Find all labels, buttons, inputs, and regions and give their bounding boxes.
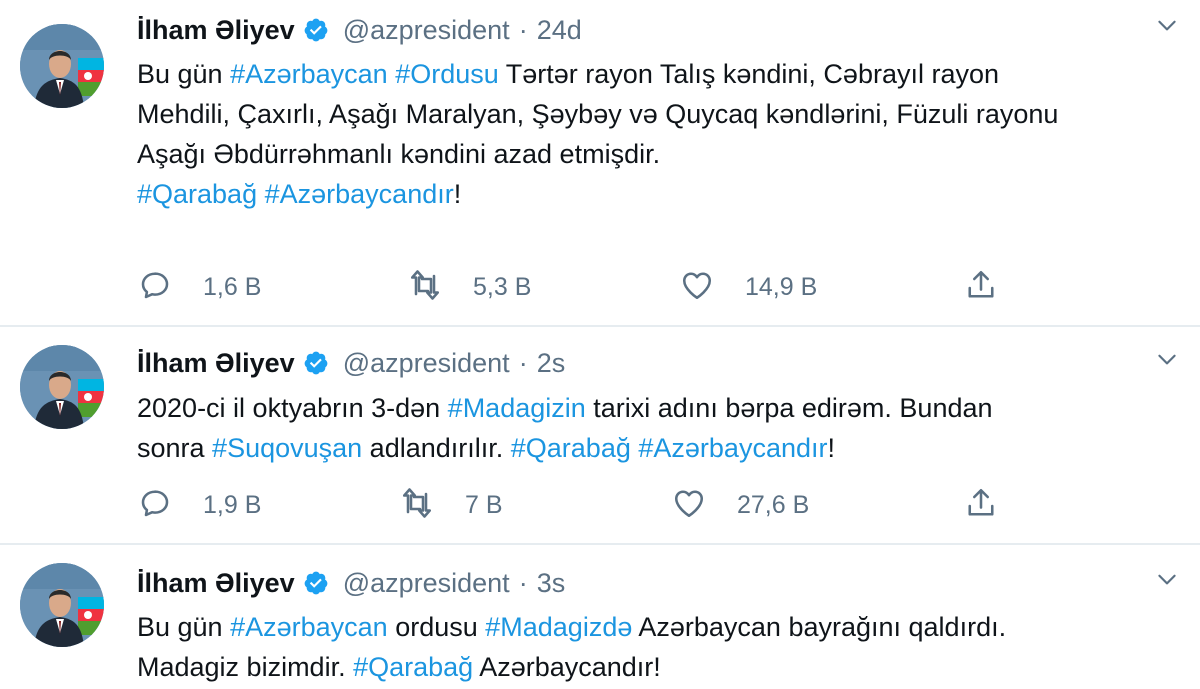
share-button[interactable] <box>963 267 999 307</box>
author-handle[interactable]: @azpresident <box>343 568 510 599</box>
retweet-icon <box>399 485 435 526</box>
tweet-text-line: Aşağı Əbdürrəhmanlı kəndini azad etmişdi… <box>137 134 1187 174</box>
verified-badge-icon <box>303 570 329 596</box>
like-count: 14,9 B <box>745 272 818 301</box>
text-segment: ! <box>827 433 835 463</box>
reply-count: 1,6 B <box>203 272 262 301</box>
tweet-text: 2020-ci il oktyabrın 3-dən #Madagizin ta… <box>137 388 1187 468</box>
like-count: 27,6 B <box>737 490 810 519</box>
tweet-text-line: 2020-ci il oktyabrın 3-dən #Madagizin ta… <box>137 388 1187 428</box>
text-segment: Madagiz bizimdir. <box>137 652 354 682</box>
hashtag-link[interactable]: #Suqovuşan <box>212 433 362 463</box>
text-segment: Azərbaycan bayrağını qaldırdı. <box>632 612 1007 642</box>
hashtag-link[interactable]: #Qarabağ <box>511 433 631 463</box>
tweet-timestamp[interactable]: 2s <box>537 348 566 379</box>
author-name[interactable]: İlham Əliyev <box>137 568 295 599</box>
text-segment: Mehdili, Çaxırlı, Aşağı Maralyan, Şəybəy… <box>137 99 1059 129</box>
hashtag-link[interactable]: #Ordusu <box>395 59 499 89</box>
retweet-icon <box>407 267 443 308</box>
hashtag-link[interactable]: #Madagizdə <box>485 612 632 642</box>
text-segment: sonra <box>137 433 213 463</box>
reply-icon <box>137 485 173 526</box>
hashtag-link[interactable]: #Azərbaycan <box>230 612 388 642</box>
tweet-text-line: Mehdili, Çaxırlı, Aşağı Maralyan, Şəybəy… <box>137 94 1187 134</box>
hashtag-link[interactable]: #Madagizin <box>448 393 586 423</box>
like-button[interactable]: 14,9 B <box>679 267 817 307</box>
hashtag-link[interactable]: #Azərbaycandır <box>265 179 454 209</box>
author-handle[interactable]: @azpresident <box>343 15 510 46</box>
retweet-count: 7 B <box>465 490 503 519</box>
text-segment <box>257 179 265 209</box>
reply-button[interactable]: 1,6 B <box>137 267 261 307</box>
text-segment: tarixi adını bərpa edirəm. Bundan <box>585 393 993 423</box>
reply-count: 1,9 B <box>203 490 262 519</box>
text-segment: Azərbaycandır! <box>473 652 661 682</box>
retweet-button[interactable]: 7 B <box>399 485 503 525</box>
tweet-actions: 1,6 B 5,3 B 14,9 B <box>137 267 1037 307</box>
separator-dot: · <box>518 347 528 378</box>
hashtag-link[interactable]: #Qarabağ <box>353 652 473 682</box>
text-segment: Bu gün <box>137 612 231 642</box>
tweet[interactable]: İlham Əliyev @azpresident · 24d Bu gün #… <box>0 0 1200 325</box>
author-name[interactable]: İlham Əliyev <box>137 348 295 379</box>
separator-dot: · <box>518 567 528 598</box>
text-segment: ordusu <box>387 612 486 642</box>
tweet-text: Bu gün #Azərbaycan #Ordusu Tərtər rayon … <box>137 54 1187 214</box>
tweet-text-line: #Qarabağ #Azərbaycandır! <box>137 174 1187 214</box>
hashtag-link[interactable]: #Azərbaycan <box>230 59 388 89</box>
text-segment: ! <box>453 179 462 209</box>
retweet-count: 5,3 B <box>473 272 532 301</box>
share-icon <box>963 485 999 526</box>
tweet[interactable]: İlham Əliyev @azpresident · 3s Bu gün #A… <box>0 545 1200 689</box>
tweet-actions: 1,9 B 7 B 27,6 B <box>137 485 1037 525</box>
avatar[interactable] <box>20 24 104 108</box>
text-segment: 2020-ci il oktyabrın 3-dən <box>137 393 448 423</box>
chevron-down-icon[interactable] <box>1154 346 1180 372</box>
reply-button[interactable]: 1,9 B <box>137 485 261 525</box>
retweet-button[interactable]: 5,3 B <box>407 267 531 307</box>
tweet-text-line: Madagiz bizimdir. #Qarabağ Azərbaycandır… <box>137 647 1187 687</box>
share-icon <box>963 267 999 308</box>
separator-dot: · <box>518 14 528 45</box>
author-handle[interactable]: @azpresident <box>343 348 510 379</box>
tweet-timestamp[interactable]: 3s <box>537 568 566 599</box>
avatar[interactable] <box>20 563 104 647</box>
heart-icon <box>671 485 707 526</box>
chevron-down-icon[interactable] <box>1154 566 1180 592</box>
text-segment: Aşağı Əbdürrəhmanlı kəndini azad etmişdi… <box>137 139 661 169</box>
tweet[interactable]: İlham Əliyev @azpresident · 2s 2020-ci i… <box>0 327 1200 543</box>
like-button[interactable]: 27,6 B <box>671 485 809 525</box>
tweet-text-line: Bu gün #Azərbaycan #Ordusu Tərtər rayon … <box>137 54 1187 94</box>
text-segment: adlandırılır. <box>362 433 511 463</box>
text-segment: Tərtər rayon Talış kəndini, Cəbrayıl ray… <box>498 59 1000 89</box>
verified-badge-icon <box>303 17 329 43</box>
verified-badge-icon <box>303 350 329 376</box>
text-segment: Bu gün <box>137 59 231 89</box>
reply-icon <box>137 267 173 308</box>
tweet-timestamp[interactable]: 24d <box>537 15 582 46</box>
tweet-text-line: sonra #Suqovuşan adlandırılır. #Qarabağ … <box>137 428 1187 468</box>
hashtag-link[interactable]: #Qarabağ <box>137 179 257 209</box>
avatar[interactable] <box>20 345 104 429</box>
chevron-down-icon[interactable] <box>1154 12 1180 38</box>
heart-icon <box>679 267 715 308</box>
share-button[interactable] <box>963 485 999 525</box>
tweet-text-line: Bu gün #Azərbaycan ordusu #Madagizdə Azə… <box>137 607 1187 647</box>
hashtag-link[interactable]: #Azərbaycandır <box>638 433 827 463</box>
author-name[interactable]: İlham Əliyev <box>137 15 295 46</box>
tweet-text: Bu gün #Azərbaycan ordusu #Madagizdə Azə… <box>137 607 1187 687</box>
